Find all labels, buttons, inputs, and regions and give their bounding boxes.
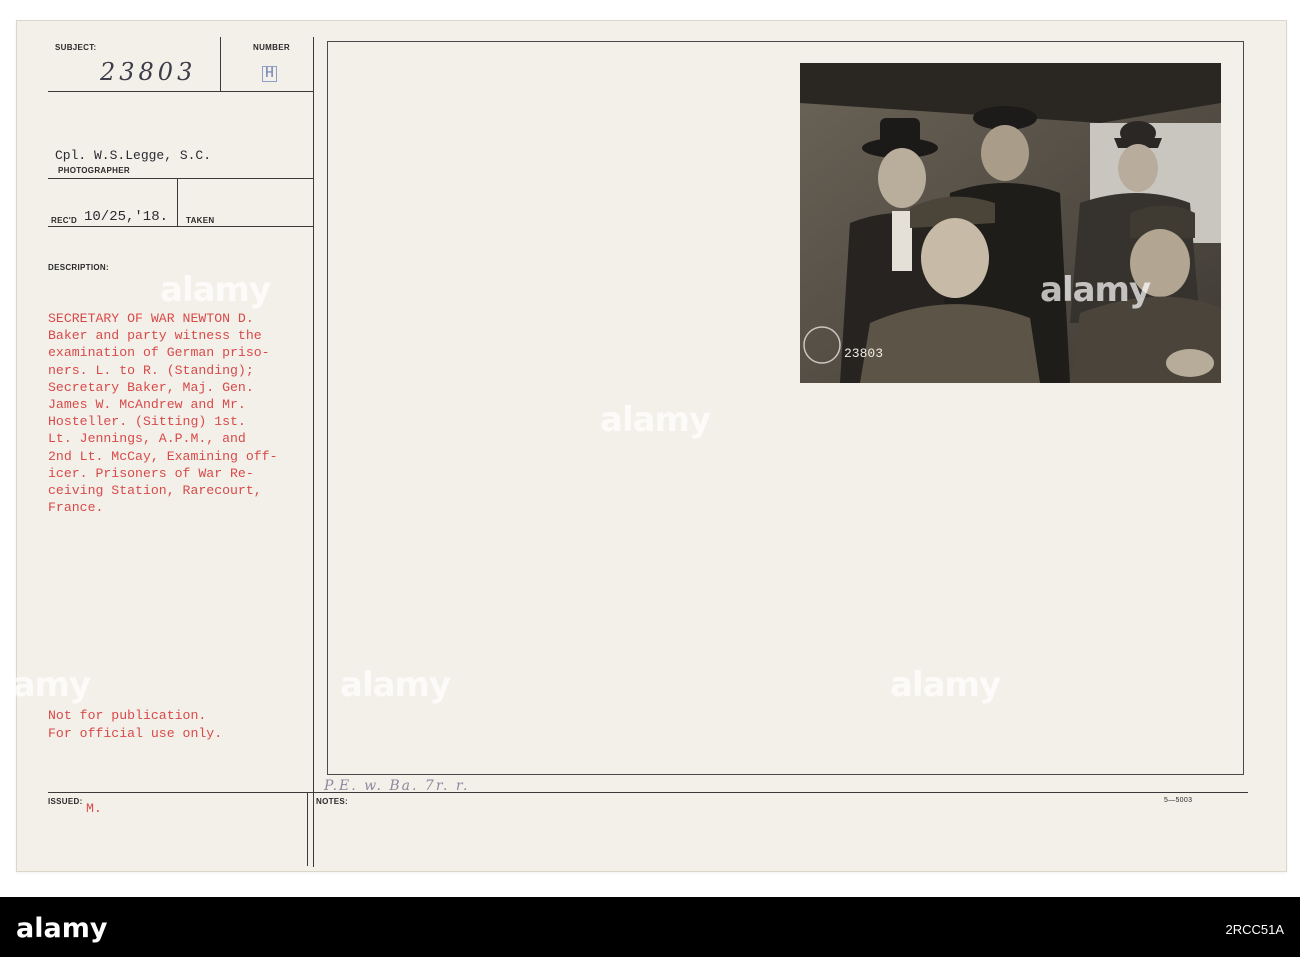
number-label: NUMBER bbox=[253, 43, 290, 52]
subject-number: 23803 bbox=[100, 58, 197, 86]
issued-value: M. bbox=[86, 801, 102, 816]
watermark: alamy bbox=[160, 270, 271, 310]
photograph-image bbox=[800, 63, 1221, 383]
description-line: Secretary Baker, Maj. Gen. bbox=[48, 379, 254, 395]
recd-date: 10/25,'18. bbox=[84, 209, 169, 225]
photograph: 23803 bbox=[800, 63, 1221, 383]
issued-label: ISSUED: bbox=[48, 797, 83, 806]
recd-underline bbox=[48, 226, 313, 227]
stock-footer-bar bbox=[0, 897, 1300, 957]
stock-logo: alamy bbox=[16, 913, 108, 944]
watermark: alamy bbox=[1040, 270, 1151, 310]
issued-line bbox=[48, 792, 1248, 793]
description-line: ceiving Station, Rarecourt, bbox=[48, 483, 262, 498]
left-column-divider bbox=[313, 37, 314, 867]
issued-divider bbox=[307, 792, 308, 866]
notes-handwriting: P.E. w. Ba. 7r. r. bbox=[324, 778, 470, 794]
recd-label: REC'D bbox=[51, 216, 78, 225]
subject-label: SUBJECT: bbox=[55, 43, 97, 52]
description-line: James W. McAndrew and Mr. bbox=[48, 397, 246, 412]
watermark: alamy bbox=[0, 665, 91, 705]
subject-number-divider bbox=[220, 37, 221, 91]
recd-taken-divider bbox=[177, 178, 178, 226]
stock-image-id: 2RCC51A bbox=[1225, 922, 1284, 937]
photographer-label: PHOTOGRAPHER bbox=[58, 166, 130, 175]
photo-stamp-number: 23803 bbox=[844, 346, 884, 361]
description-line: SECRETARY OF WAR NEWTON D. bbox=[48, 311, 254, 326]
watermark: alamy bbox=[600, 400, 711, 440]
photographer-underline bbox=[48, 178, 313, 179]
restriction-line-2: For official use only. bbox=[48, 726, 223, 741]
photographer-name: Cpl. W.S.Legge, S.C. bbox=[55, 148, 212, 163]
description-line: Hosteller. (Sitting) 1st. bbox=[48, 414, 246, 430]
watermark: alamy bbox=[890, 665, 1001, 705]
number-mark: H bbox=[262, 66, 278, 82]
description-line: icer. Prisoners of War Re- bbox=[48, 465, 254, 481]
notes-label: NOTES: bbox=[316, 797, 349, 806]
description-line: France. bbox=[48, 500, 104, 516]
description-line: Lt. Jennings, A.P.M., and bbox=[48, 431, 246, 447]
description-line: examination of German prisо- bbox=[48, 345, 270, 361]
description-line: Baker and party witness the bbox=[48, 328, 262, 344]
description-line: ners. L. to R. (Standing); bbox=[48, 362, 254, 378]
watermark: alamy bbox=[340, 665, 451, 705]
description-line: 2nd Lt. McCay, Examining off- bbox=[48, 448, 278, 464]
description-label: DESCRIPTION: bbox=[48, 263, 109, 272]
restriction-line-1: Not for publication. bbox=[48, 708, 207, 723]
taken-label: TAKEN bbox=[186, 216, 215, 225]
form-number: 5—5003 bbox=[1164, 797, 1193, 804]
subject-underline bbox=[48, 91, 313, 92]
